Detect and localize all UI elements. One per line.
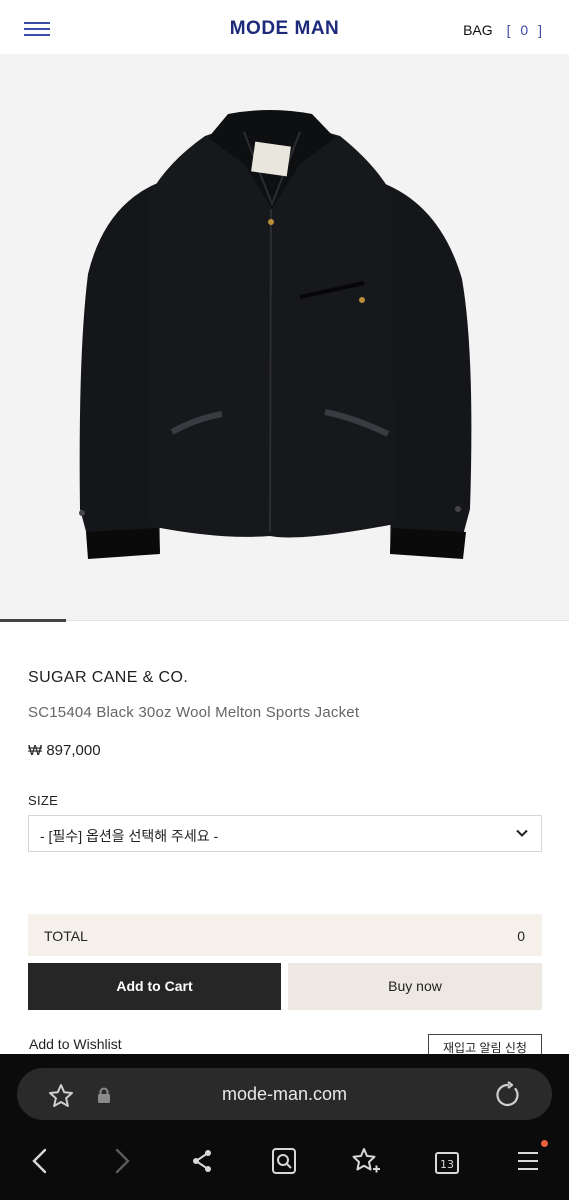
product-price: ₩ 897,000 (28, 742, 101, 759)
notification-dot (541, 1140, 548, 1147)
size-select[interactable]: - [필수] 옵션을 선택해 주세요 - (28, 815, 542, 852)
menu-lines-icon[interactable] (516, 1150, 540, 1172)
tabs-icon[interactable]: 13 (433, 1148, 461, 1176)
size-select-value: - [필수] 옵션을 선택해 주세요 - (40, 828, 219, 844)
jacket-left-cuff (86, 528, 160, 559)
product-brand[interactable]: SUGAR CANE & CO. (28, 669, 188, 687)
gallery-progress-indicator (0, 619, 66, 622)
reload-icon[interactable] (494, 1081, 522, 1109)
site-header: MODE MAN BAG [ 0 ] (0, 0, 569, 54)
bookmark-add-icon[interactable] (351, 1147, 381, 1175)
svg-text:13: 13 (440, 1158, 454, 1171)
lock-icon (97, 1087, 111, 1104)
bag-count: [ 0 ] (506, 22, 545, 38)
total-label: TOTAL (44, 928, 88, 944)
search-page-icon[interactable] (271, 1147, 297, 1175)
add-to-wishlist-link[interactable]: Add to Wishlist (29, 1036, 122, 1052)
bag-link[interactable]: BAG [ 0 ] (463, 22, 545, 38)
gallery-divider (0, 620, 569, 621)
hamburger-menu-icon[interactable] (24, 22, 50, 38)
star-icon[interactable] (47, 1082, 75, 1110)
total-row: TOTAL 0 (28, 914, 542, 956)
add-to-cart-button[interactable]: Add to Cart (28, 963, 281, 1010)
jacket-right-cuff (390, 528, 466, 559)
back-arrow-icon[interactable] (30, 1148, 50, 1174)
product-image-jacket (79, 110, 472, 559)
chevron-down-icon (516, 829, 528, 837)
forward-arrow-icon[interactable] (112, 1148, 132, 1174)
total-value: 0 (517, 928, 525, 944)
bag-label: BAG (463, 22, 493, 38)
product-name: SC15404 Black 30oz Wool Melton Sports Ja… (28, 704, 360, 721)
buy-now-button[interactable]: Buy now (288, 963, 542, 1010)
share-icon[interactable] (190, 1148, 214, 1174)
product-image-gallery[interactable] (0, 54, 569, 620)
size-label: SIZE (28, 793, 59, 808)
